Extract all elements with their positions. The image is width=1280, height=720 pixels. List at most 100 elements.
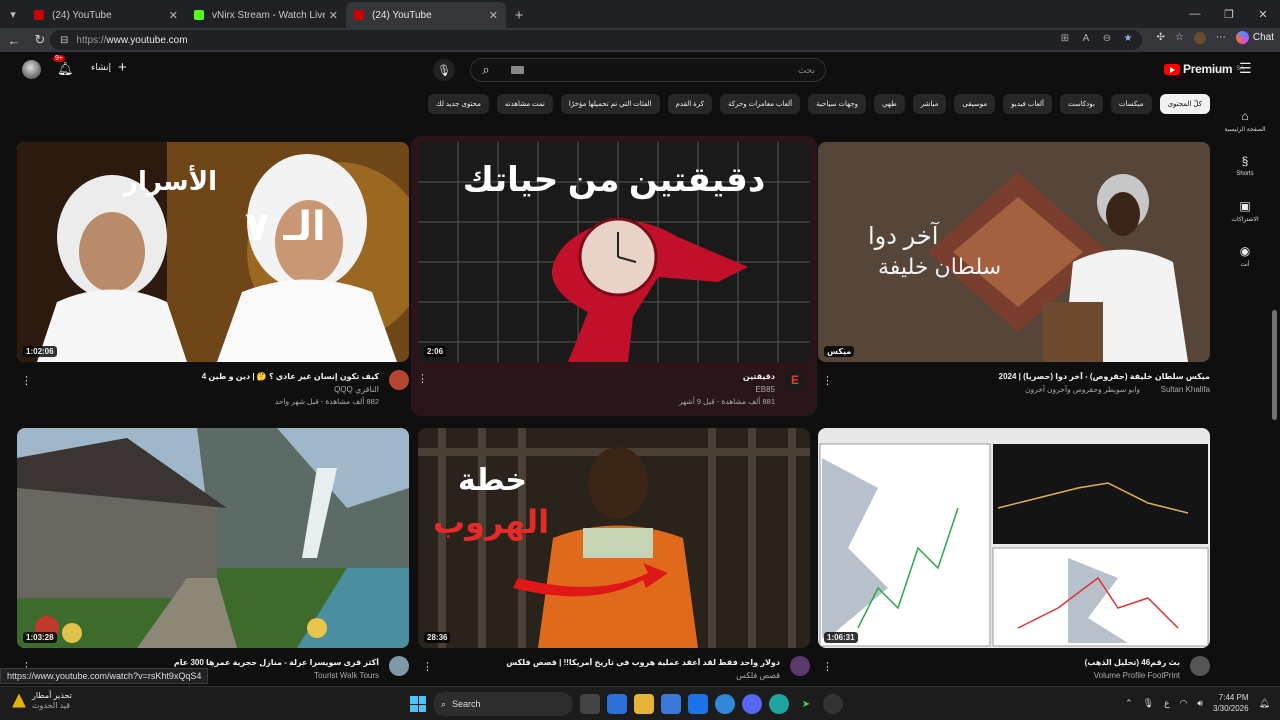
- filter-chip[interactable]: طهي: [874, 94, 905, 114]
- install-app-icon[interactable]: ⊞: [1059, 33, 1071, 44]
- tab-search-icon[interactable]: ▾: [0, 0, 26, 28]
- browser-tab-1[interactable]: (24) YouTube ✕: [26, 2, 186, 28]
- clock[interactable]: 7:44 PM 3/30/2026: [1213, 692, 1249, 714]
- favorites-icon[interactable]: ☆: [1175, 32, 1184, 43]
- restore-icon[interactable]: ❐: [1212, 0, 1246, 28]
- video-title[interactable]: كيف تكون إنسان غير عادي ؟ 🤔 | دين و طين …: [49, 372, 379, 381]
- video-title[interactable]: دولار واحد فقط لقد أعقد عملية هروب في تا…: [450, 658, 780, 667]
- widgets-icon[interactable]: [607, 694, 627, 714]
- channel-avatar[interactable]: [389, 656, 409, 676]
- edge-icon[interactable]: [769, 694, 789, 714]
- search-icon[interactable]: ⌕: [471, 59, 501, 81]
- minimize-icon[interactable]: —: [1178, 0, 1212, 28]
- create-button[interactable]: إنشاء +: [91, 60, 127, 75]
- extensions-icon[interactable]: ✣: [1157, 32, 1165, 43]
- task-view-icon[interactable]: [580, 694, 600, 714]
- channel-name[interactable]: Sultan Khalifa: [1161, 385, 1210, 394]
- bookmark-star-icon[interactable]: ★: [1122, 33, 1134, 44]
- video-thumbnail[interactable]: خطة الهروب 28:36: [418, 428, 810, 648]
- more-menu-icon[interactable]: ⋯: [1216, 32, 1226, 43]
- new-tab-button[interactable]: +: [506, 2, 532, 28]
- close-tab-icon[interactable]: ✕: [329, 9, 338, 22]
- video-thumbnail[interactable]: دقيقتين من حياتك 2:06: [418, 142, 810, 362]
- filter-chip[interactable]: الفئات التي تم تحميلها مؤخرًا: [560, 94, 660, 114]
- video-card[interactable]: آخر دوا سلطان خليفة ميكس ⋮ ميكس سلطان خل…: [818, 142, 1210, 422]
- video-thumbnail[interactable]: 1:06:31: [818, 428, 1210, 648]
- wifi-icon[interactable]: ◠: [1179, 698, 1187, 709]
- video-title[interactable]: دقيقتين: [445, 372, 775, 381]
- scrollbar-thumb[interactable]: [1272, 310, 1277, 420]
- notifications-bell-icon[interactable]: 🔔︎ 9+: [53, 55, 74, 77]
- channel-name[interactable]: قصص فلكس: [736, 671, 780, 680]
- more-options-icon[interactable]: ⋮: [422, 660, 433, 673]
- filter-chip[interactable]: بودكاست: [1059, 94, 1103, 114]
- video-card[interactable]: 1:03:28 ⋮ أكثر قرى سويسرا عزلة - منازل ح…: [17, 428, 409, 686]
- close-window-icon[interactable]: ✕: [1246, 0, 1280, 28]
- video-title[interactable]: أكثر قرى سويسرا عزلة - منازل حجرية عمرها…: [49, 658, 379, 667]
- more-options-icon[interactable]: ⋮: [822, 660, 833, 673]
- volume-icon[interactable]: 🔊︎: [1197, 698, 1203, 709]
- channel-name[interactable]: EB85: [755, 385, 775, 394]
- channel-avatar[interactable]: [790, 656, 810, 676]
- video-card[interactable]: دقيقتين من حياتك 2:06 ⋮ E دقيقتين EB85 8…: [411, 136, 817, 416]
- input-language[interactable]: ع: [1164, 698, 1169, 709]
- video-card[interactable]: 1:06:31 ⋮ بث رقم46 (تحليل الذهب) Volume …: [818, 428, 1210, 686]
- channel-name[interactable]: الناقري QQQ: [334, 385, 379, 394]
- browser-tab-2[interactable]: vNirx Stream - Watch Live on Kick ✕: [186, 2, 346, 28]
- back-icon[interactable]: ←: [2, 28, 26, 52]
- youtube-premium-logo[interactable]: Premium SA: [1164, 62, 1244, 76]
- account-avatar[interactable]: [22, 60, 41, 79]
- video-card[interactable]: الأسرار الـ ٧ 1:02:06 ⋮ كيف تكون إنسان غ…: [17, 142, 409, 422]
- file-explorer-icon[interactable]: [634, 694, 654, 714]
- outlook-icon[interactable]: [688, 694, 708, 714]
- video-card[interactable]: خطة الهروب 28:36 ⋮ دولار واحد فقط لقد أع…: [418, 428, 810, 686]
- search-box[interactable]: ⌕ بحث: [470, 58, 826, 82]
- filter-chip[interactable]: موسيقى: [954, 94, 996, 114]
- keyboard-icon[interactable]: [511, 66, 524, 74]
- url-field[interactable]: ⊟ https://www.youtube.com ⊞ A ⊖ ★: [50, 30, 1142, 50]
- filter-chip[interactable]: كرة القدم: [667, 94, 712, 114]
- translate-icon[interactable]: A: [1080, 33, 1092, 44]
- close-tab-icon[interactable]: ✕: [169, 9, 178, 22]
- zoom-icon[interactable]: ⊖: [1101, 33, 1113, 44]
- channel-avatar[interactable]: [1190, 656, 1210, 676]
- site-info-icon[interactable]: ⊟: [60, 35, 68, 46]
- taskbar-search[interactable]: ⌕ Search: [433, 692, 573, 716]
- video-thumbnail[interactable]: 1:03:28: [17, 428, 409, 648]
- guide-menu-icon[interactable]: ☰: [1239, 60, 1252, 77]
- app-icon[interactable]: [823, 694, 843, 714]
- network-icon[interactable]: [715, 694, 735, 714]
- more-options-icon[interactable]: ⋮: [417, 372, 428, 385]
- filter-chip[interactable]: ألعاب فيديو: [1003, 94, 1052, 114]
- filter-chip[interactable]: مباشر: [912, 94, 947, 114]
- filter-chip[interactable]: ميكسات: [1110, 94, 1152, 114]
- channel-avatar[interactable]: E: [785, 370, 805, 390]
- more-options-icon[interactable]: ⋮: [21, 374, 32, 387]
- video-title[interactable]: ميكس سلطان خليفة (حقروص) - آخر دوا (حصري…: [830, 372, 1210, 381]
- weather-widget[interactable]: تحذير أمطار قيد الحدوث: [12, 691, 72, 710]
- filter-chip[interactable]: تمت مشاهدته: [496, 94, 553, 114]
- filter-chip[interactable]: كلّ المحتوى: [1159, 94, 1210, 114]
- copilot-chat-button[interactable]: Chat: [1235, 31, 1274, 44]
- vpn-icon[interactable]: ➤: [796, 694, 816, 714]
- video-thumbnail[interactable]: آخر دوا سلطان خليفة ميكس: [818, 142, 1210, 362]
- close-tab-icon[interactable]: ✕: [489, 9, 498, 22]
- filter-chip[interactable]: محتوى جديد لك: [427, 94, 489, 114]
- channel-name[interactable]: Tourist Walk Tours: [314, 671, 379, 680]
- voice-search-icon[interactable]: 🎙︎: [433, 59, 455, 81]
- browser-tab-3[interactable]: (24) YouTube ✕: [346, 2, 506, 28]
- channel-name[interactable]: Volume Profile FootPrint: [1094, 671, 1180, 680]
- channel-avatar[interactable]: [389, 370, 409, 390]
- discord-icon[interactable]: [742, 694, 762, 714]
- profile-icon[interactable]: [1193, 31, 1206, 44]
- reload-icon[interactable]: ↻: [28, 28, 52, 52]
- notifications-icon[interactable]: 🔔︎: [1259, 698, 1270, 709]
- start-button[interactable]: [410, 696, 426, 712]
- tray-chevron-icon[interactable]: ⌃: [1125, 698, 1133, 709]
- page-scrollbar[interactable]: [1270, 52, 1280, 686]
- filter-chip[interactable]: ألعاب مغامرات وحركة: [720, 94, 801, 114]
- microphone-tray-icon[interactable]: 🎙︎: [1143, 698, 1154, 709]
- video-thumbnail[interactable]: الأسرار الـ ٧ 1:02:06: [17, 142, 409, 362]
- store-icon[interactable]: [661, 694, 681, 714]
- filter-chip[interactable]: وجهات سياحية: [808, 94, 867, 114]
